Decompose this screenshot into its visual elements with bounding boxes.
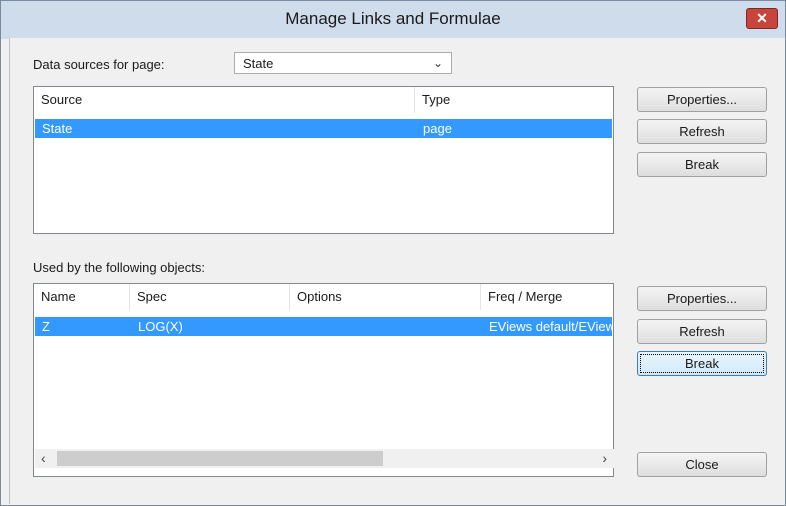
options-cell: [291, 317, 482, 336]
close-icon[interactable]: ✕: [746, 8, 778, 29]
data-sources-list[interactable]: Source Type State page: [33, 86, 614, 234]
horizontal-scrollbar[interactable]: ‹ ›: [35, 449, 615, 468]
break-button[interactable]: Break: [637, 351, 767, 376]
refresh-button[interactable]: Refresh: [637, 119, 767, 144]
properties-button[interactable]: Properties...: [637, 87, 767, 112]
name-cell: Z: [42, 319, 50, 334]
column-header-options[interactable]: Options: [290, 284, 481, 310]
type-cell: page: [423, 121, 452, 136]
freq-merge-cell: EViews default/EView: [489, 319, 612, 334]
list-item[interactable]: State page: [35, 119, 612, 138]
focus-rectangle: [640, 354, 764, 373]
window-title: Manage Links and Formulae: [285, 9, 501, 28]
column-header-type[interactable]: Type: [415, 87, 613, 113]
title-bar: Manage Links and Formulae ✕: [1, 1, 785, 39]
column-header-source[interactable]: Source: [34, 87, 415, 113]
chevron-right-icon[interactable]: ›: [602, 450, 607, 466]
column-header-freq-merge[interactable]: Freq / Merge: [481, 284, 613, 310]
list-item[interactable]: Z LOG(X) EViews default/EView: [35, 317, 612, 336]
close-button[interactable]: Close: [637, 452, 767, 477]
chevron-left-icon[interactable]: ‹: [41, 450, 46, 466]
chevron-down-icon[interactable]: ⌄: [433, 56, 443, 70]
column-header-name[interactable]: Name: [34, 284, 130, 310]
spec-cell: LOG(X): [138, 319, 183, 334]
refresh-button[interactable]: Refresh: [637, 319, 767, 344]
break-button[interactable]: Break: [637, 152, 767, 177]
used-by-list[interactable]: Name Spec Options Freq / Merge Z LOG(X) …: [33, 283, 615, 477]
data-sources-label: Data sources for page:: [33, 57, 165, 72]
page-select-value: State: [243, 56, 274, 71]
scrollbar-thumb[interactable]: [57, 451, 383, 466]
column-header-spec[interactable]: Spec: [130, 284, 290, 310]
properties-button[interactable]: Properties...: [637, 286, 767, 311]
used-by-label: Used by the following objects:: [33, 260, 205, 275]
page-select[interactable]: State ⌄: [234, 52, 452, 74]
source-cell: State: [42, 121, 73, 136]
